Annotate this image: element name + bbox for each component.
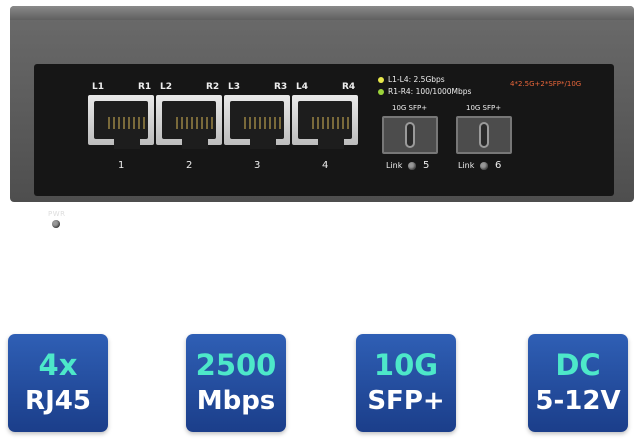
port-2-right-led-label: R2: [206, 82, 220, 92]
sfp-6-link-led-icon: [480, 162, 488, 170]
sfp-5-title: 10G SFP+: [392, 104, 428, 112]
switch-front-panel: PWR L1 R1 1 L2 R2 2 L3 R3 3 L4 R4 4 L1-L…: [34, 64, 614, 228]
badge-subtext: 5-12V: [535, 386, 621, 416]
badge-subtext: RJ45: [25, 386, 91, 416]
sfp-slot-icon: [405, 122, 415, 148]
power-label: PWR: [48, 210, 66, 218]
legend-2-5g-led-icon: [378, 77, 384, 83]
port-2-left-led-label: L2: [160, 82, 172, 92]
legend-1000m-led-icon: [378, 89, 384, 95]
port-speed-note: 4*2.5G+2*SFP*/10G: [510, 80, 582, 88]
port-1-number: 1: [118, 160, 125, 171]
power-led-icon: [52, 220, 60, 228]
port-4-number: 4: [322, 160, 329, 171]
sfp-port-6[interactable]: [456, 116, 512, 154]
sfp-5-number: 5: [423, 160, 430, 171]
rj45-port-3[interactable]: [224, 95, 290, 149]
rj45-socket-icon: [162, 101, 216, 149]
port-2-number: 2: [186, 160, 193, 171]
feature-badge-power: DC 5-12V: [528, 334, 628, 432]
badge-subtext: Mbps: [196, 386, 276, 416]
sfp-6-title: 10G SFP+: [466, 104, 502, 112]
port-4-left-led-label: L4: [296, 82, 308, 92]
legend-1000m-text: R1-R4: 100/1000Mbps: [388, 87, 472, 96]
switch-top-cover: [10, 6, 634, 20]
port-1-left-led-label: L1: [92, 82, 104, 92]
badge-headline: 10G: [373, 348, 439, 382]
rj45-socket-icon: [230, 101, 284, 149]
rj45-port-1[interactable]: [88, 95, 154, 149]
sfp-5-link-led-icon: [408, 162, 416, 170]
port-3-number: 3: [254, 160, 261, 171]
rj45-port-2[interactable]: [156, 95, 222, 149]
port-3-right-led-label: R3: [274, 82, 288, 92]
feature-badge-speed: 2500 Mbps: [186, 334, 286, 432]
port-3-left-led-label: L3: [228, 82, 240, 92]
rj45-socket-icon: [94, 101, 148, 149]
sfp-6-number: 6: [495, 160, 502, 171]
sfp-port-5[interactable]: [382, 116, 438, 154]
badge-headline: 4x: [38, 348, 78, 382]
feature-badge-sfp: 10G SFP+: [356, 334, 456, 432]
port-4-right-led-label: R4: [342, 82, 356, 92]
feature-badge-rj45: 4x RJ45: [8, 334, 108, 432]
badge-headline: 2500: [195, 348, 277, 382]
sfp-6-link-label: Link: [458, 161, 475, 170]
sfp-slot-icon: [479, 122, 489, 148]
badge-subtext: SFP+: [367, 386, 445, 416]
rj45-port-4[interactable]: [292, 95, 358, 149]
network-switch: PWR L1 R1 1 L2 R2 2 L3 R3 3 L4 R4 4 L1-L…: [10, 6, 634, 228]
badge-headline: DC: [555, 348, 601, 382]
legend-2-5g-text: L1-L4: 2.5Gbps: [388, 75, 445, 84]
sfp-5-link-label: Link: [386, 161, 403, 170]
rj45-socket-icon: [298, 101, 352, 149]
port-1-right-led-label: R1: [138, 82, 152, 92]
